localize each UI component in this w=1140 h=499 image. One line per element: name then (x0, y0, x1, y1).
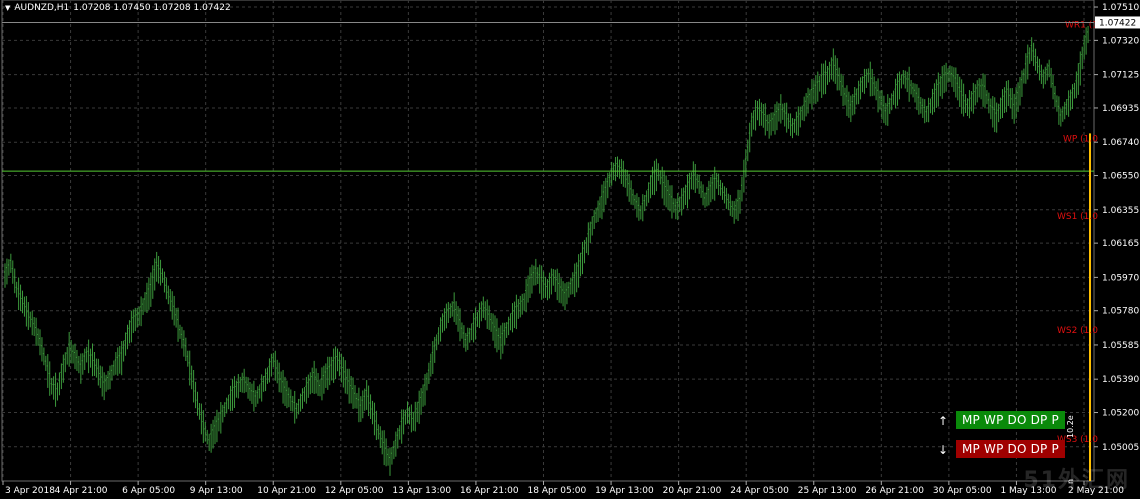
buy-panel-button[interactable]: MP WP DO DP P (956, 411, 1065, 429)
down-arrow-icon: ↓ (938, 443, 949, 457)
price-label: 1.05585 (1102, 341, 1139, 351)
price-label: 1.07125 (1102, 71, 1139, 81)
time-axis: 3 Apr 2018 4 Apr 21:00 6 Apr 05:00 9 Apr 13… (2, 481, 1124, 496)
time-label: 9 Apr 13:00 (190, 486, 243, 496)
price-label: 1.05780 (1102, 307, 1139, 317)
side-text: 10.2e (1066, 415, 1075, 438)
chart-header: ▼ AUDNZD,H1 1.07208 1.07450 1.07208 1.07… (5, 3, 231, 14)
time-label: 18 Apr 05:00 (528, 486, 587, 496)
time-label: 10 Apr 21:00 (257, 486, 316, 496)
price-label: 1.07320 (1102, 36, 1139, 46)
time-label: 13 Apr 13:00 (392, 486, 451, 496)
price-label: 1.06165 (1102, 239, 1139, 249)
time-label: 25 Apr 13:00 (798, 486, 857, 496)
pivot-label: WS1 (1.0 (1057, 212, 1098, 222)
time-label: 16 Apr 21:00 (460, 486, 519, 496)
time-label: 3 Apr 2018 (5, 486, 55, 496)
price-label: 1.06935 (1102, 104, 1139, 114)
price-axis: 1.07510 1.07320 1.07125 1.06935 1.06740 1.065… (2, 3, 1140, 453)
time-label: 4 Apr 21:00 (55, 486, 108, 496)
pivot-label: WS2 (1.0 (1057, 326, 1098, 336)
sell-panel-button[interactable]: MP WP DO DP P (956, 440, 1065, 458)
chart-window[interactable]: WR1 (1 WP (1.0 WS1 (1.0 WS2 (1.0 WS3 (1.0 1.… (0, 0, 1140, 499)
time-label: 26 Apr 21:00 (865, 486, 924, 496)
watermark-logo: 51外汇网 (1023, 468, 1130, 493)
chart-grid (1, 0, 1095, 482)
time-label: 24 Apr 05:00 (730, 486, 789, 496)
price-bars (4, 25, 1089, 476)
time-label: 30 Apr 05:00 (933, 486, 992, 496)
price-label: 1.06550 (1102, 172, 1139, 182)
price-label: 1.07510 (1102, 3, 1139, 13)
quote-label: 1.07208 1.07450 1.07208 1.07422 (73, 3, 231, 13)
up-arrow-icon: ↑ (938, 414, 949, 428)
price-label: 1.05005 (1102, 443, 1139, 453)
price-label: 1.06740 (1102, 138, 1139, 148)
current-price-label: 1.07422 (1099, 18, 1136, 28)
time-label: 19 Apr 13:00 (595, 486, 654, 496)
plot-border (1, 0, 1095, 482)
price-label: 1.05390 (1102, 375, 1139, 385)
price-label: 1.05200 (1102, 409, 1139, 419)
time-label: 12 Apr 05:00 (325, 486, 384, 496)
pivot-label: WP (1.0 (1063, 135, 1098, 145)
triangle-down-icon[interactable]: ▼ (5, 3, 10, 14)
price-label: 1.05970 (1102, 273, 1139, 283)
time-label: 6 Apr 05:00 (122, 486, 175, 496)
symbol-label: AUDNZD,H1 (14, 3, 70, 13)
price-label: 1.06355 (1102, 206, 1139, 216)
time-label: 20 Apr 21:00 (663, 486, 722, 496)
